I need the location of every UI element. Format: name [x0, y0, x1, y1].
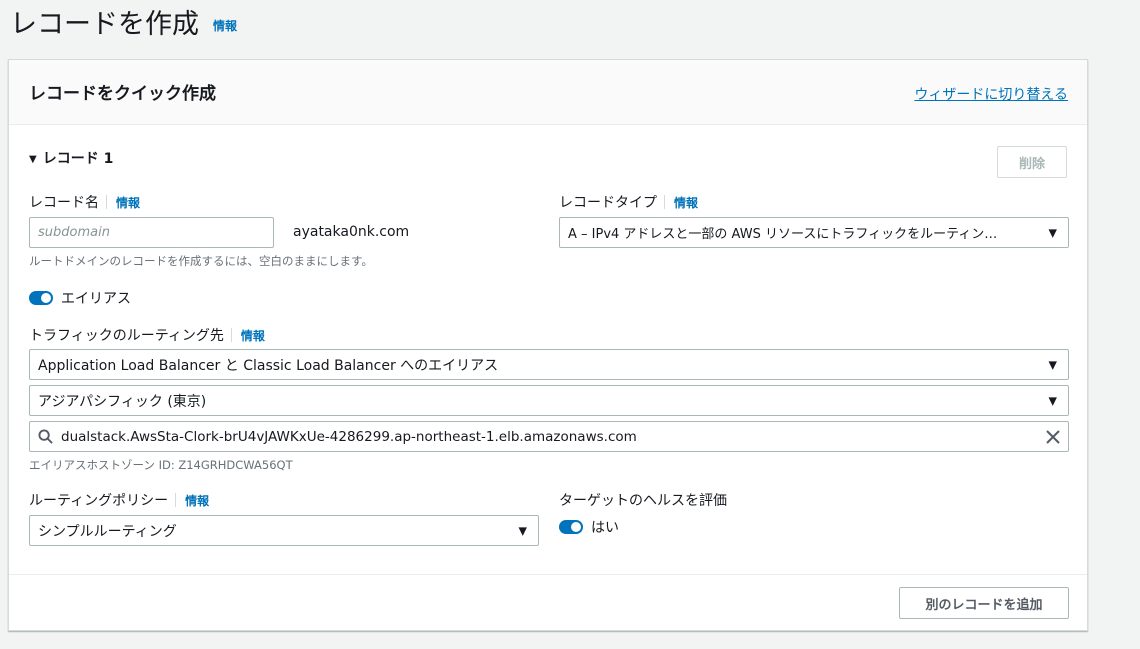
panel-footer-divider — [9, 574, 1087, 575]
caret-down-icon: ▼ — [1048, 226, 1057, 239]
record-type-select[interactable]: A – IPv4 アドレスと一部の AWS リソースにトラフィックをルーティン…… — [559, 217, 1069, 248]
search-icon — [38, 429, 53, 444]
endpoint-type-select[interactable]: Application Load Balancer と Classic Load… — [29, 349, 1069, 380]
route-traffic-info-link[interactable]: 情報 — [241, 327, 265, 344]
route-traffic-label: トラフィックのルーティング先 — [29, 328, 224, 344]
alias-toggle[interactable] — [29, 291, 53, 305]
record-type-label-row: レコードタイプ 情報 — [559, 192, 698, 212]
clear-icon[interactable] — [1046, 429, 1060, 444]
health-toggle-label: はい — [591, 520, 619, 536]
record-type-label: レコードタイプ — [559, 195, 657, 211]
health-toggle-row: はい — [559, 517, 619, 537]
record-section-title: レコード 1 — [42, 151, 114, 167]
separator — [106, 195, 107, 209]
routing-policy-label: ルーティングポリシー — [29, 493, 169, 509]
health-label: ターゲットのヘルスを評価 — [559, 493, 727, 509]
panel-header: レコードをクイック作成 ウィザードに切り替える — [9, 60, 1087, 125]
routing-policy-select[interactable]: シンプルルーティング ▼ — [29, 515, 539, 546]
region-select[interactable]: アジアパシフィック (東京) ▼ — [29, 385, 1069, 416]
record-type-info-link[interactable]: 情報 — [674, 194, 698, 211]
alias-label: エイリアス — [61, 291, 131, 307]
caret-down-icon: ▼ — [29, 154, 37, 165]
panel-title: レコードをクイック作成 — [29, 84, 216, 104]
endpoint-search-input[interactable]: dualstack.AwsSta-Clork-brU4vJAWKxUe-4286… — [29, 421, 1069, 452]
page-info-link[interactable]: 情報 — [213, 17, 237, 34]
record-name-label-row: レコード名 情報 — [29, 192, 140, 212]
alias-toggle-row: エイリアス — [29, 288, 131, 308]
caret-down-icon: ▼ — [518, 524, 527, 537]
routing-policy-value: シンプルルーティング — [38, 523, 177, 540]
separator — [230, 328, 232, 342]
route-traffic-label-row: トラフィックのルーティング先 情報 — [29, 325, 265, 345]
separator — [664, 195, 665, 209]
endpoint-type-value: Application Load Balancer と Classic Load… — [38, 357, 499, 374]
region-value: アジアパシフィック (東京) — [38, 393, 207, 410]
quick-create-panel: レコードをクイック作成 ウィザードに切り替える ▼ レコード 1 削除 レコード名… — [8, 59, 1088, 631]
delete-button[interactable]: 削除 — [997, 146, 1067, 178]
add-record-button[interactable]: 別のレコードを追加 — [899, 587, 1069, 619]
caret-down-icon: ▼ — [1048, 358, 1057, 371]
health-toggle[interactable] — [559, 520, 583, 534]
domain-suffix: ayataka0nk.com — [293, 224, 410, 240]
record-name-input[interactable]: subdomain — [29, 217, 274, 248]
separator — [175, 493, 177, 507]
record-section-toggle[interactable]: ▼ レコード 1 — [29, 148, 113, 168]
record-name-hint: ルートドメインのレコードを作成するには、空白のままにします。 — [29, 254, 373, 268]
caret-down-icon: ▼ — [1048, 394, 1057, 407]
routing-policy-info-link[interactable]: 情報 — [185, 492, 209, 509]
endpoint-value: dualstack.AwsSta-Clork-brU4vJAWKxUe-4286… — [61, 428, 637, 445]
page-title: レコードを作成 — [10, 9, 199, 40]
hosted-zone-hint: エイリアスホストゾーン ID: Z14GRHDCWA56QT — [29, 458, 293, 472]
record-name-placeholder: subdomain — [38, 225, 110, 240]
record-type-value: A – IPv4 アドレスと一部の AWS リソースにトラフィックをルーティン… — [568, 227, 998, 242]
routing-policy-label-row: ルーティングポリシー 情報 — [29, 490, 209, 510]
record-name-info-link[interactable]: 情報 — [116, 194, 140, 211]
record-name-label: レコード名 — [29, 195, 99, 211]
switch-to-wizard-link[interactable]: ウィザードに切り替える — [914, 84, 1068, 104]
